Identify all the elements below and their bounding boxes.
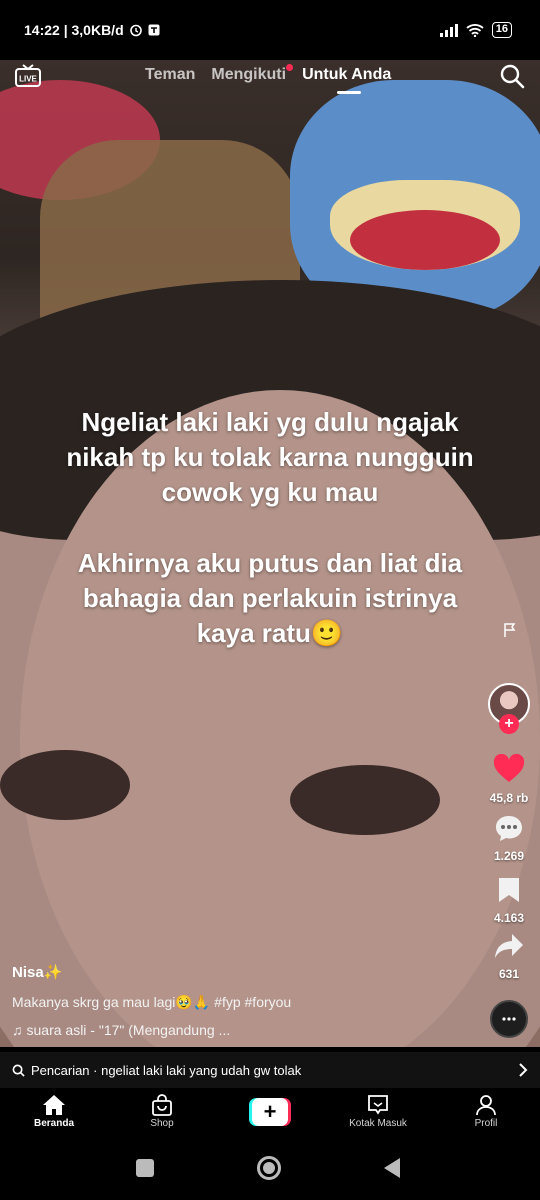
top-nav: LIVE Teman Mengikuti Untuk Anda [0,60,540,94]
status-time: 14:22 | 3,0KB/d [24,22,124,38]
share-count: 631 [498,967,520,981]
alarm-icon [129,24,142,37]
app-notification-icon [148,24,160,36]
creator-avatar-block[interactable]: + [488,683,530,734]
tab-mengikuti-label: Mengikuti [211,66,287,83]
nav-kotak-masuk[interactable]: Kotak Masuk [324,1088,432,1140]
overlay-line: Ngeliat laki laki yg dulu ngajak [81,407,459,437]
music-note-icon: ♫ [12,1022,23,1038]
tab-untuk-anda[interactable]: Untuk Anda [302,66,391,94]
share-icon[interactable] [494,932,524,960]
related-search-bar[interactable]: Pencarian · ngeliat laki laki yang udah … [0,1052,540,1088]
inbox-icon [368,1095,388,1115]
sound-row[interactable]: ♫ suara asli - "17" (Mengandung ... [12,1022,230,1038]
feed-tabs: Teman Mengikuti Untuk Anda [145,64,391,94]
tab-mengikuti[interactable]: Mengikuti [211,64,294,84]
nav-label: Profil [474,1118,498,1129]
like-count: 45,8 rb [489,791,529,805]
share-block: 631 [488,932,530,981]
recents-button[interactable] [136,1159,154,1177]
bottom-nav: Beranda Shop + Kotak Masuk Profil [0,1088,540,1140]
live-icon[interactable]: LIVE [15,64,41,88]
overlay-line: bahagia dan perlakuin istrinya [82,583,458,613]
save-block: 4.163 [488,876,530,925]
plus-icon: + [249,1098,291,1126]
overlay-line: cowok yg ku mau [161,477,379,507]
flag-icon[interactable] [502,622,518,638]
search-icon[interactable] [499,63,525,89]
profile-icon [476,1095,496,1116]
nav-beranda[interactable]: Beranda [0,1088,108,1140]
nav-profil[interactable]: Profil [432,1088,540,1140]
notification-dot [286,64,294,71]
like-block: 45,8 rb [488,753,530,805]
chevron-right-icon [519,1063,528,1077]
nav-create[interactable]: + [216,1088,324,1140]
battery-icon: 16 [491,22,512,38]
overlay-line: nikah tp ku tolak karna nungguin [66,442,474,472]
shop-icon [152,1094,172,1116]
system-nav-bar [0,1140,540,1200]
related-search-text: Pencarian · ngeliat laki laki yang udah … [31,1062,302,1078]
signal-icon [439,23,458,37]
comment-icon[interactable] [494,814,524,842]
comment-count: 1.269 [493,849,525,863]
more-dots-icon [502,1017,516,1021]
wifi-icon [466,24,484,37]
status-right: 16 [439,22,512,38]
overlay-line: Akhirnya aku putus dan liat dia [77,548,463,578]
sound-label: suara asli - "17" (Mengandung ... [26,1022,231,1038]
follow-plus-icon[interactable]: + [499,714,519,734]
status-left: 14:22 | 3,0KB/d [24,22,160,38]
nav-label: Beranda [33,1118,74,1129]
nav-shop[interactable]: Shop [108,1088,216,1140]
nav-label: Kotak Masuk [349,1118,407,1129]
home-button[interactable] [257,1156,281,1180]
nav-label: Shop [150,1118,174,1129]
live-label: LIVE [19,75,37,84]
save-count: 4.163 [493,911,525,925]
overlay-line: kaya ratu🙂 [196,618,344,648]
tab-teman[interactable]: Teman [145,66,195,84]
video-overlay-text: Ngeliat laki laki yg dulu ngajak nikah t… [40,405,500,651]
heart-icon[interactable] [493,753,525,784]
comment-block: 1.269 [488,814,530,863]
status-bar: 14:22 | 3,0KB/d 16 [0,0,540,60]
search-icon [12,1064,25,1077]
more-options-button[interactable] [490,1000,528,1038]
bookmark-icon[interactable] [497,876,521,904]
home-icon [43,1095,65,1115]
post-description[interactable]: Makanya skrg ga mau lagi🥹🙏 #fyp #foryou [12,994,291,1011]
creator-username[interactable]: Nisa✨ [12,963,62,981]
back-button[interactable] [382,1157,402,1179]
